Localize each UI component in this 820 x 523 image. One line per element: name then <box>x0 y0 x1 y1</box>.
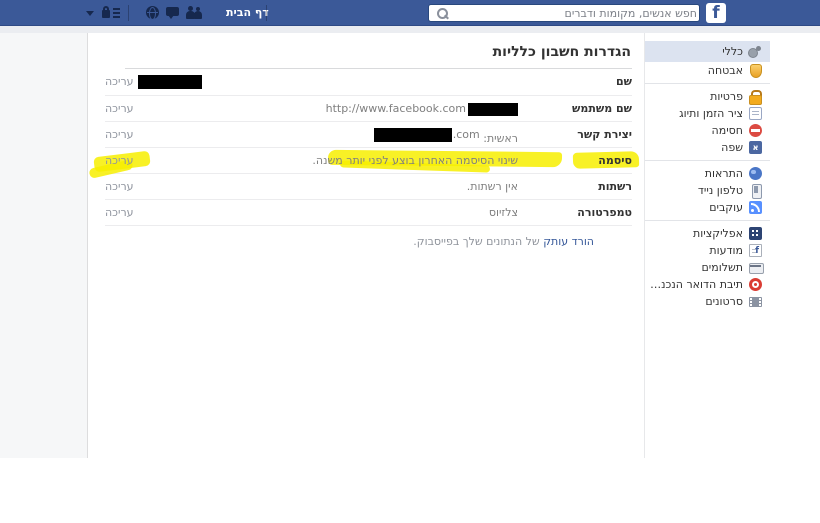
language-icon: א <box>749 141 762 154</box>
edit-temperature-button[interactable]: עריכה <box>105 200 134 226</box>
nav-shadow-strip <box>0 26 820 33</box>
sidebar-item-blocking[interactable]: חסימה <box>645 122 770 139</box>
notifications-globe-icon[interactable] <box>146 6 159 19</box>
mobile-icon <box>749 184 762 197</box>
facebook-logo[interactable]: f <box>706 3 726 23</box>
account-dropdown-caret-icon[interactable] <box>86 11 94 16</box>
left-gutter <box>0 33 88 458</box>
row-label: סיסמה <box>598 148 632 174</box>
timeline-icon <box>749 107 762 120</box>
row-label: רשתות <box>598 174 632 200</box>
sidebar-item-general[interactable]: כללי <box>645 41 770 62</box>
search-input[interactable] <box>453 5 697 21</box>
row-value: אין רשתות. <box>467 174 518 200</box>
settings-row-username: שם משתמש http://www.facebook.com עריכה <box>88 96 645 122</box>
settings-row-contact: יצירת קשר ראשית: .com עריכה <box>88 122 645 148</box>
edit-name-button[interactable]: עריכה <box>105 69 134 95</box>
sidebar-item-videos[interactable]: סרטונים <box>645 293 770 310</box>
nav-divider <box>128 5 129 21</box>
row-value: שינוי הסיסמה האחרון בוצע לפני יותר משנה. <box>312 148 518 174</box>
sidebar-item-support-inbox[interactable]: תיבת הדואר הנכנס של התמ... <box>645 276 770 293</box>
redaction-bar <box>374 128 452 142</box>
page-title: הגדרות חשבון כלליות <box>493 44 631 60</box>
videos-icon <box>749 295 762 308</box>
apps-icon <box>749 227 762 240</box>
lock-icon <box>749 90 762 103</box>
row-value: ראשית: .com <box>374 122 518 148</box>
sidebar-item-apps[interactable]: אפליקציות <box>645 225 770 242</box>
sidebar-divider <box>645 220 770 221</box>
row-label: יצירת קשר <box>577 122 632 148</box>
payments-icon <box>749 261 762 274</box>
privacy-shortcuts-icon[interactable] <box>102 6 120 20</box>
messages-icon[interactable] <box>166 7 180 19</box>
settings-row-networks: רשתות אין רשתות. עריכה <box>88 174 645 200</box>
edit-username-button[interactable]: עריכה <box>105 96 134 122</box>
top-nav: דף הבית f <box>0 0 820 26</box>
ads-icon <box>749 244 762 257</box>
settings-row-temperature: טמפרטורה צלזיוס עריכה <box>88 200 645 226</box>
support-icon <box>749 278 762 291</box>
sidebar-item-followers[interactable]: עוקבים <box>645 199 770 216</box>
redaction-bar <box>468 103 518 116</box>
sidebar-item-mobile[interactable]: טלפון נייד <box>645 182 770 199</box>
nav-divider <box>266 5 267 21</box>
edit-contact-button[interactable]: עריכה <box>105 122 134 148</box>
globe-icon <box>749 167 762 180</box>
search-icon[interactable] <box>437 8 449 20</box>
settings-card: הגדרות חשבון כלליות שם עריכה שם משתמש ht… <box>88 33 645 458</box>
row-value: צלזיוס <box>489 200 518 226</box>
search-box <box>428 4 700 22</box>
row-label: שם <box>616 69 632 95</box>
sidebar-item-notifications[interactable]: התראות <box>645 165 770 182</box>
download-data-line: הורד עותק של הנתונים שלך בפייסבוק. <box>413 235 594 248</box>
sidebar-item-language[interactable]: א שפה <box>645 139 770 156</box>
sidebar-item-payments[interactable]: תשלומים <box>645 259 770 276</box>
sidebar-divider <box>645 83 770 84</box>
row-value: http://www.facebook.com <box>326 96 518 122</box>
row-label: טמפרטורה <box>577 200 632 226</box>
sidebar-item-ads[interactable]: מודעות <box>645 242 770 259</box>
friend-requests-icon[interactable] <box>186 6 203 19</box>
settings-row-password: סיסמה שינוי הסיסמה האחרון בוצע לפני יותר… <box>88 148 645 174</box>
row-label: שם משתמש <box>572 96 632 122</box>
redaction-bar <box>138 75 202 89</box>
download-data-link[interactable]: הורד עותק <box>543 235 594 248</box>
gears-icon <box>749 45 762 58</box>
sidebar-divider <box>645 160 770 161</box>
edit-networks-button[interactable]: עריכה <box>105 174 134 200</box>
sidebar-item-security[interactable]: אבטחה <box>645 62 770 79</box>
followers-icon <box>749 201 762 214</box>
settings-row-name: שם עריכה <box>88 69 645 96</box>
sidebar-item-privacy[interactable]: פרטיות <box>645 88 770 105</box>
edit-password-button[interactable]: עריכה <box>105 148 134 174</box>
shield-icon <box>749 64 762 77</box>
sidebar-item-timeline-tagging[interactable]: ציר הזמן ותיוג <box>645 105 770 122</box>
facebook-settings-page: דף הבית f הגדרות חשבון כלליות שם עריכה ש… <box>0 0 820 523</box>
home-link[interactable]: דף הבית <box>226 0 269 26</box>
block-icon <box>749 124 762 137</box>
settings-sidebar: כללי אבטחה פרטיות ציר הזמן ותיוג חסימה א… <box>645 41 770 310</box>
